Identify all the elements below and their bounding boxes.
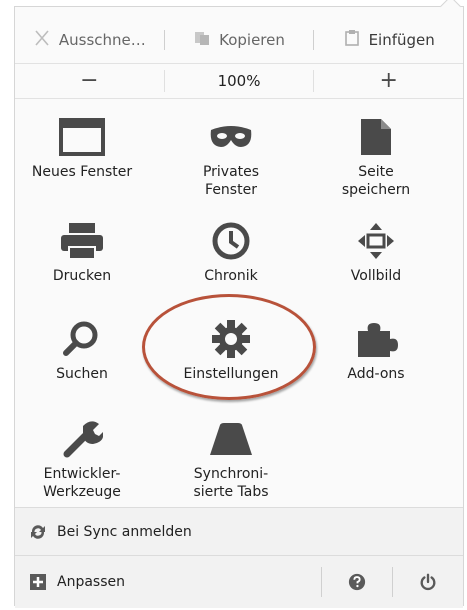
quit-button[interactable] bbox=[393, 556, 463, 608]
zoom-out-button[interactable]: − bbox=[15, 70, 164, 92]
item-label: Vollbild bbox=[350, 268, 402, 284]
synced-tabs-button[interactable]: Synchroni- sierte Tabs bbox=[166, 417, 296, 501]
scissors-icon bbox=[33, 29, 51, 51]
paste-button[interactable]: Einfügen bbox=[314, 29, 463, 51]
fullscreen-icon bbox=[311, 219, 441, 263]
copy-label: Kopieren bbox=[219, 31, 285, 49]
firefox-menu-panel: Ausschne… Kopieren Einfügen − 100% + Neu… bbox=[14, 0, 464, 608]
addons-button[interactable]: Add-ons bbox=[311, 317, 441, 383]
tabs-icon bbox=[166, 417, 296, 461]
item-label: Neues Fenster bbox=[31, 164, 133, 180]
search-button[interactable]: Suchen bbox=[17, 317, 147, 383]
clock-icon bbox=[166, 219, 296, 263]
help-icon bbox=[348, 573, 366, 591]
customize-button[interactable]: Anpassen bbox=[15, 556, 321, 608]
item-label: Entwickler- Werkzeuge bbox=[43, 466, 121, 500]
minus-icon: − bbox=[80, 68, 99, 93]
copy-button[interactable]: Kopieren bbox=[165, 29, 314, 51]
printer-icon bbox=[17, 219, 147, 263]
puzzle-icon bbox=[311, 317, 441, 361]
zoom-in-button[interactable]: + bbox=[314, 70, 463, 92]
edit-controls: Ausschne… Kopieren Einfügen bbox=[15, 25, 463, 55]
developer-tools-button[interactable]: Entwickler- Werkzeuge bbox=[17, 417, 147, 501]
sync-icon bbox=[29, 523, 47, 541]
power-icon bbox=[419, 573, 437, 591]
customize-label: Anpassen bbox=[57, 574, 125, 590]
item-label: Suchen bbox=[56, 366, 108, 382]
copy-icon bbox=[193, 29, 211, 51]
item-label: Chronik bbox=[204, 268, 258, 284]
window-icon bbox=[17, 115, 147, 159]
history-button[interactable]: Chronik bbox=[166, 219, 296, 285]
paste-label: Einfügen bbox=[368, 31, 435, 49]
item-label: Synchroni- sierte Tabs bbox=[193, 466, 269, 500]
fullscreen-button[interactable]: Vollbild bbox=[311, 219, 441, 285]
clipboard-icon bbox=[343, 29, 361, 51]
print-button[interactable]: Drucken bbox=[17, 219, 147, 285]
cut-label: Ausschne… bbox=[58, 31, 146, 49]
help-button[interactable] bbox=[322, 556, 392, 608]
item-label: Einstellungen bbox=[183, 366, 279, 382]
mask-icon bbox=[166, 115, 296, 159]
plus-icon: + bbox=[379, 68, 398, 93]
save-page-button[interactable]: Seite speichern bbox=[311, 115, 441, 199]
item-label: Drucken bbox=[52, 268, 112, 284]
item-label: Seite speichern bbox=[341, 164, 411, 198]
page-icon bbox=[311, 115, 441, 159]
footer-bar: Anpassen bbox=[15, 555, 463, 608]
new-window-button[interactable]: Neues Fenster bbox=[17, 115, 147, 181]
search-icon bbox=[17, 317, 147, 361]
item-label: Add-ons bbox=[347, 366, 405, 382]
zoom-controls: − 100% + bbox=[15, 63, 463, 99]
sync-signin-button[interactable]: Bei Sync anmelden bbox=[15, 507, 463, 556]
plus-box-icon bbox=[29, 573, 47, 591]
gear-icon bbox=[166, 317, 296, 361]
zoom-reset-button[interactable]: 100% bbox=[165, 72, 314, 90]
cut-button[interactable]: Ausschne… bbox=[15, 29, 164, 51]
zoom-level: 100% bbox=[217, 72, 261, 90]
settings-button[interactable]: Einstellungen bbox=[166, 317, 296, 383]
item-label: Privates Fenster bbox=[202, 164, 260, 198]
wrench-icon bbox=[17, 417, 147, 461]
sync-label: Bei Sync anmelden bbox=[57, 524, 192, 540]
panel-arrow bbox=[439, 0, 462, 18]
private-window-button[interactable]: Privates Fenster bbox=[166, 115, 296, 199]
